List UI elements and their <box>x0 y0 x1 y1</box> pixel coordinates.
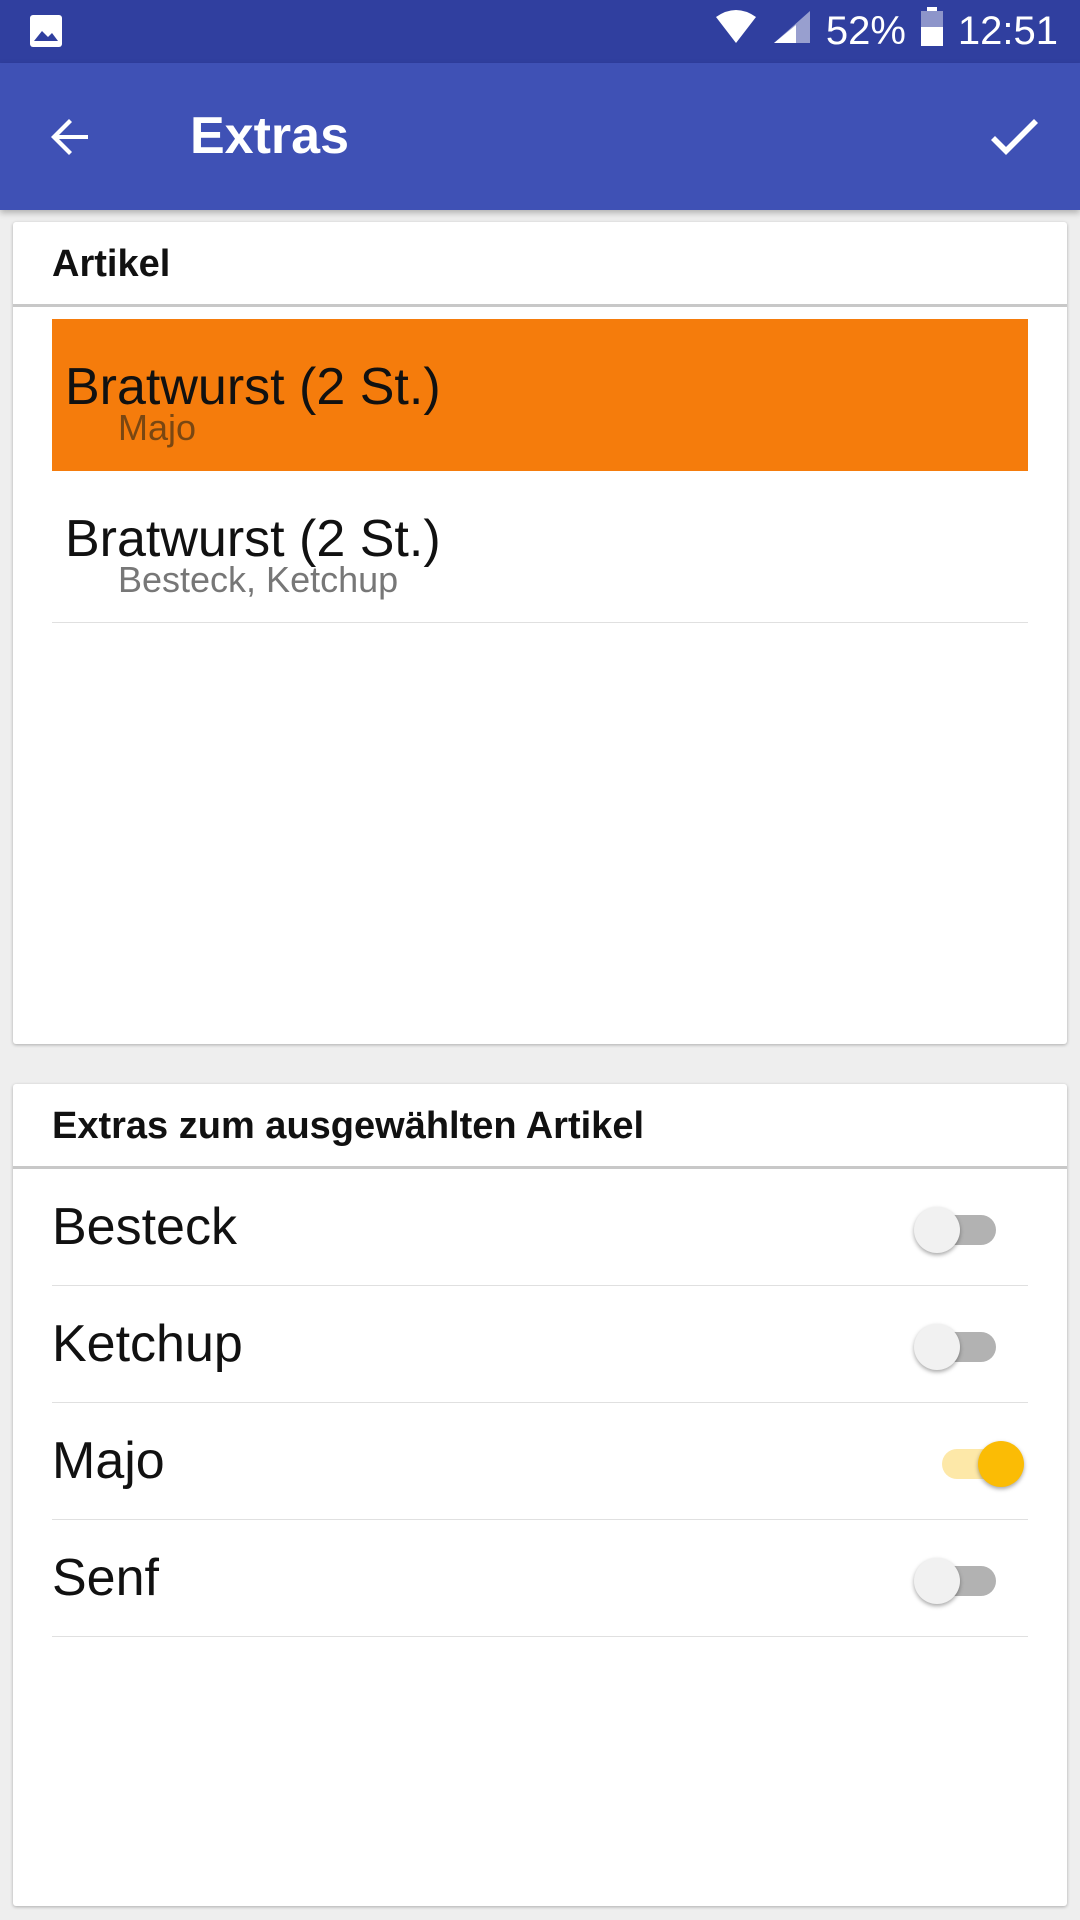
extra-row-senf: Senf <box>52 1520 1028 1637</box>
ketchup-toggle[interactable] <box>914 1324 998 1370</box>
articles-header: Artikel <box>13 222 1067 307</box>
article-item-selected[interactable]: Bratwurst (2 St.) Majo <box>52 319 1028 471</box>
switch-thumb <box>914 1558 960 1604</box>
extra-label: Besteck <box>52 1198 237 1256</box>
extra-label: Majo <box>52 1432 165 1490</box>
switch-thumb <box>978 1441 1024 1487</box>
battery-icon <box>920 6 944 57</box>
senf-toggle[interactable] <box>914 1558 998 1604</box>
switch-thumb <box>914 1207 960 1253</box>
extra-label: Senf <box>52 1549 159 1607</box>
image-notification-icon <box>28 13 64 49</box>
extra-label: Ketchup <box>52 1315 243 1373</box>
clock: 12:51 <box>957 9 1058 53</box>
wifi-icon <box>714 9 758 55</box>
extras-header: Extras zum ausgewählten Artikel <box>13 1084 1067 1169</box>
extra-row-majo: Majo <box>52 1403 1028 1520</box>
status-bar: 52% 12:51 <box>0 0 1080 63</box>
majo-toggle[interactable] <box>934 1441 1024 1487</box>
arrow-back-icon <box>51 119 88 155</box>
article-extras: Majo <box>118 407 197 448</box>
extras-card: Extras zum ausgewählten Artikel Besteck … <box>13 1084 1067 1906</box>
extra-row-besteck: Besteck <box>52 1169 1028 1286</box>
extras-list: Besteck Ketchup Majo Senf <box>13 1169 1067 1637</box>
back-button[interactable] <box>40 109 100 165</box>
besteck-toggle[interactable] <box>914 1207 998 1253</box>
article-list: Bratwurst (2 St.) Majo Bratwurst (2 St.)… <box>13 307 1067 623</box>
articles-card: Artikel Bratwurst (2 St.) Majo Bratwurst… <box>13 222 1067 1044</box>
confirm-button[interactable] <box>982 105 1046 169</box>
cell-signal-icon <box>772 9 812 55</box>
switch-thumb <box>914 1324 960 1370</box>
extra-row-ketchup: Ketchup <box>52 1286 1028 1403</box>
article-extras: Besteck, Ketchup <box>118 559 399 600</box>
article-item[interactable]: Bratwurst (2 St.) Besteck, Ketchup <box>52 471 1028 623</box>
page-title: Extras <box>190 107 349 165</box>
battery-percent: 52% <box>825 9 906 53</box>
app-bar: Extras <box>0 63 1080 210</box>
check-icon <box>991 119 1038 155</box>
